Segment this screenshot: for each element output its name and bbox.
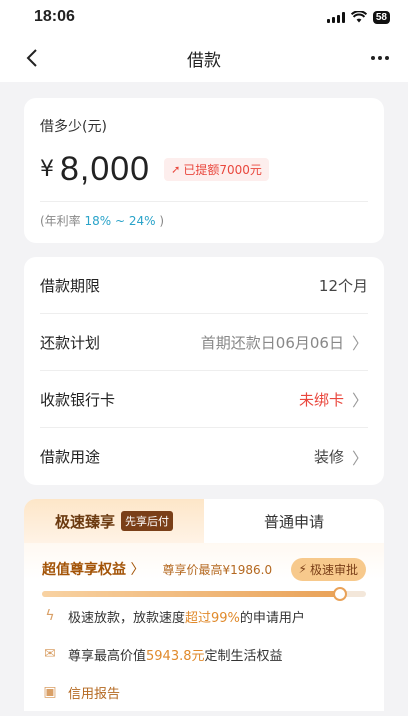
- detail-label: 借款期限: [40, 276, 101, 295]
- detail-value-text: 首期还款日06月06日: [200, 333, 344, 352]
- amount-card: 借多少(元) ¥ 8,000 ➚ 已提额7000元 (年利率 18% ~ 24%…: [24, 98, 384, 243]
- detail-value-text: 未绑卡: [298, 390, 344, 409]
- wifi-icon: [350, 11, 367, 23]
- signal-icon: [326, 11, 345, 23]
- chevron-right-icon: 〉: [351, 448, 368, 468]
- detail-value: 12个月: [319, 275, 368, 296]
- battery-icon: 58: [372, 10, 390, 24]
- lightning-icon: ⚡: [298, 562, 307, 576]
- tab-fast-label: 极速臻享: [54, 512, 115, 531]
- detail-value: 装修 〉: [314, 445, 368, 469]
- feature-credit-report[interactable]: ▣ 信用报告: [24, 673, 384, 711]
- content-area: 借多少(元) ¥ 8,000 ➚ 已提额7000元 (年利率 18% ~ 24%…: [0, 82, 408, 716]
- benefit-progress: [42, 587, 366, 601]
- chevron-right-icon: 〉: [351, 391, 368, 410]
- progress-knob: [333, 587, 348, 601]
- amount-row[interactable]: ¥ 8,000 ➚ 已提额7000元: [40, 150, 368, 202]
- amount-input[interactable]: 8,000: [60, 150, 150, 189]
- page-title: 借款: [187, 50, 221, 71]
- detail-row-bank-card[interactable]: 收款银行卡 未绑卡 〉: [40, 371, 368, 428]
- status-time: 18:06: [34, 8, 75, 25]
- more-icon[interactable]: [370, 55, 390, 61]
- chevron-right-icon: 〉: [126, 562, 145, 578]
- detail-label: 还款计划: [40, 333, 101, 352]
- chevron-right-icon: 〉: [351, 334, 368, 353]
- detail-row-term[interactable]: 借款期限 12个月: [40, 257, 368, 314]
- rate-suffix: ): [155, 214, 165, 228]
- envelope-icon: ✉: [44, 646, 56, 662]
- tab-normal[interactable]: 普通申请: [204, 499, 384, 543]
- detail-value: 未绑卡 〉: [299, 387, 368, 411]
- feature-text: 尊享最高价值5943.8元定制生活权益: [68, 648, 283, 664]
- lightning-icon: ϟ: [45, 608, 55, 624]
- detail-row-purpose[interactable]: 借款用途 装修 〉: [40, 428, 368, 485]
- detail-label: 收款银行卡: [40, 390, 116, 409]
- detail-label: 借款用途: [40, 448, 101, 466]
- loan-details-card: 借款期限 12个月 还款计划 首期还款日06月06日 〉 收款银行卡 未绑卡 〉…: [24, 257, 384, 485]
- currency-symbol: ¥: [40, 157, 54, 182]
- nav-bar: 借款: [0, 34, 408, 82]
- feature-life-benefits: ✉ 尊享最高价值5943.8元定制生活权益: [24, 635, 384, 673]
- fast-apply-card: 极速臻享 先享后付 普通申请 超值尊享权益 〉 尊享价最高¥1986.0 ⚡ 极…: [24, 499, 384, 711]
- limit-badge: ➚ 已提额7000元: [164, 158, 269, 181]
- benefit-price: 尊享价最高¥1986.0: [162, 562, 273, 577]
- rate-value: 18% ~ 24%: [84, 214, 156, 228]
- detail-value-text: 12个月: [318, 276, 368, 295]
- chevron-left-icon[interactable]: [18, 48, 46, 68]
- tab-normal-label: 普通申请: [263, 512, 324, 531]
- rate-prefix: (年利率: [40, 214, 85, 228]
- report-icon: ▣: [43, 684, 57, 700]
- detail-value-text: 装修: [313, 448, 344, 466]
- feature-text: 信用报告: [68, 686, 121, 702]
- limit-badge-text: 已提额7000元: [183, 163, 262, 177]
- detail-value: 首期还款日06月06日 〉: [201, 330, 368, 354]
- progress-fill: [42, 591, 341, 597]
- feature-fast-disbursement: ϟ 极速放款，放款速度超过99%的申请用户: [24, 597, 384, 635]
- rate-line: (年利率 18% ~ 24% ): [40, 212, 368, 229]
- benefit-title-link[interactable]: 超值尊享权益 〉: [42, 559, 144, 579]
- tab-fast-badge: 先享后付: [121, 511, 173, 531]
- amount-label: 借多少(元): [40, 119, 107, 135]
- tab-fast[interactable]: 极速臻享 先享后付: [24, 499, 204, 543]
- feature-text: 极速放款，放款速度超过99%的申请用户: [68, 610, 305, 626]
- apply-tabs: 极速臻享 先享后付 普通申请: [24, 499, 384, 543]
- fast-review-badge: ⚡ 极速审批: [290, 557, 366, 581]
- lightning-icon: ➚: [171, 163, 181, 176]
- fast-review-text: 极速审批: [309, 562, 358, 577]
- status-bar: 18:06 58: [0, 0, 408, 34]
- benefit-bar: 超值尊享权益 〉 尊享价最高¥1986.0 ⚡ 极速审批: [24, 549, 384, 589]
- benefit-title: 超值尊享权益: [42, 562, 126, 578]
- detail-row-repayment-plan[interactable]: 还款计划 首期还款日06月06日 〉: [40, 314, 368, 371]
- status-icons: 58: [326, 10, 390, 24]
